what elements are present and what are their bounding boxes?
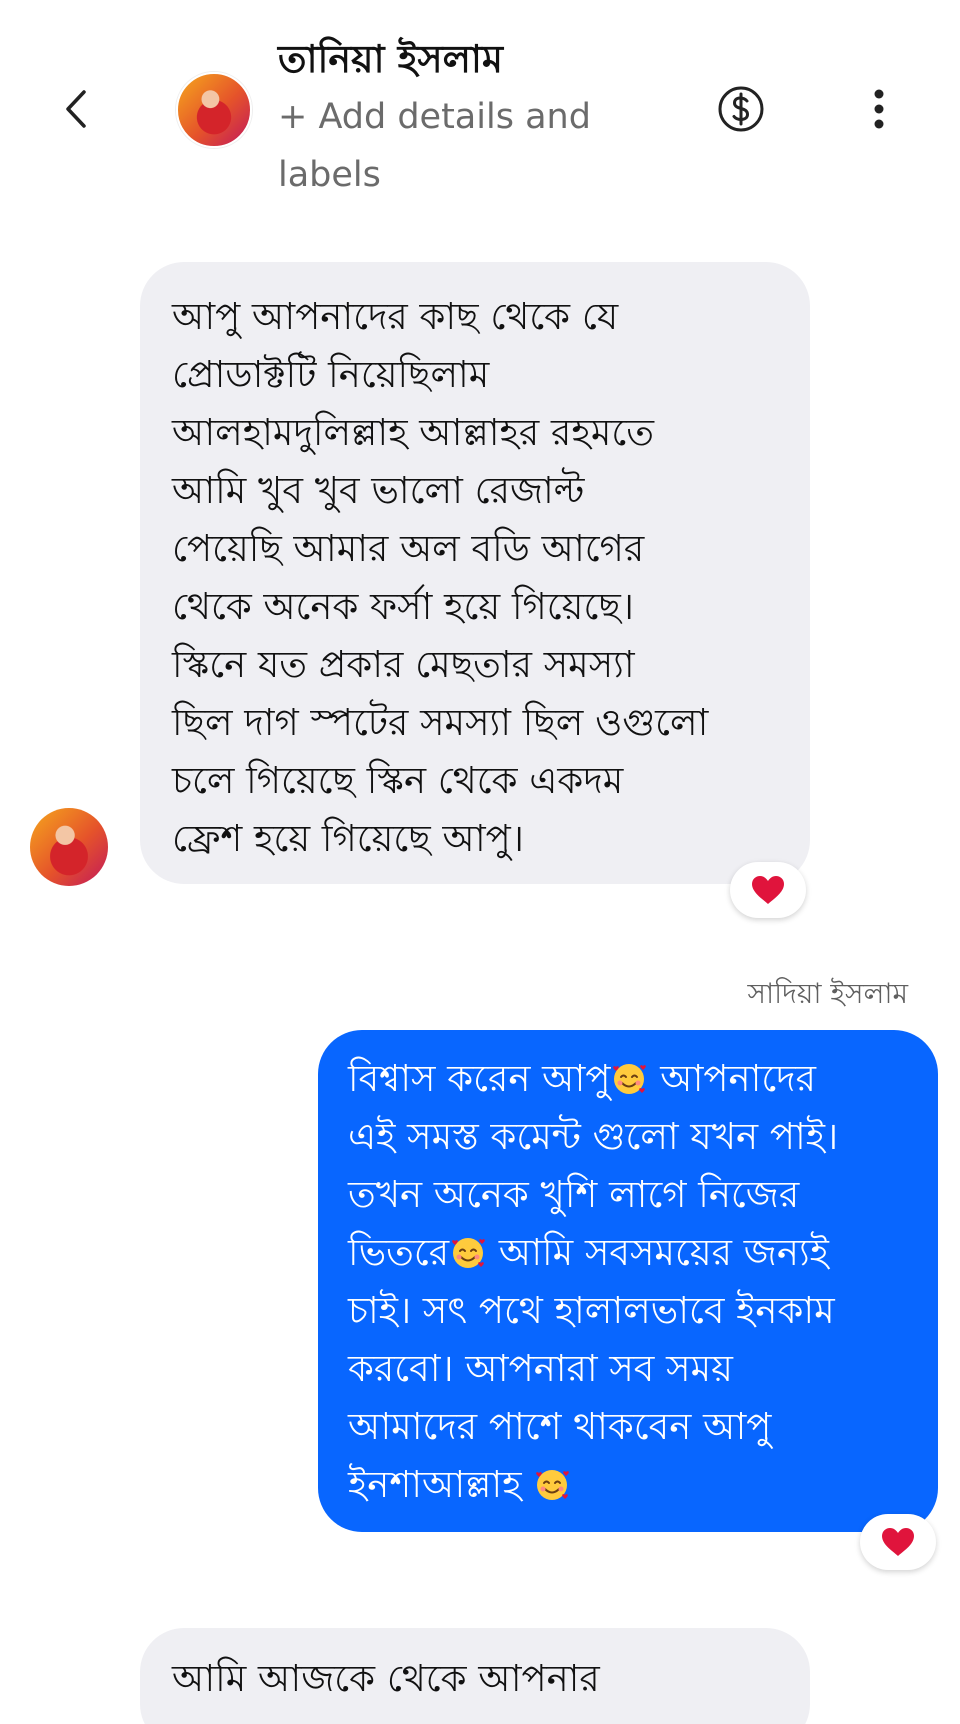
heart-icon [752, 876, 784, 904]
contact-name[interactable]: তানিয়া ইসলাম [278, 30, 503, 94]
more-vertical-icon [874, 89, 884, 129]
more-options-button[interactable] [864, 84, 894, 134]
sender-avatar[interactable] [30, 808, 108, 886]
smiling-face-with-hearts-icon [452, 1238, 485, 1268]
incoming-message-bubble[interactable]: আপু আপনাদের কাছ থেকে যে প্রোডাক্টটি নিয়… [140, 262, 810, 884]
payment-button[interactable] [716, 84, 766, 134]
message-reaction[interactable] [860, 1514, 936, 1570]
sender-name-label: সাদিয়া ইসলাম [747, 977, 908, 1010]
dollar-circle-icon [718, 86, 764, 132]
back-button[interactable] [56, 84, 96, 134]
heart-icon [882, 1528, 914, 1556]
contact-avatar[interactable] [176, 72, 252, 148]
message-text: বিশ্বাস করেন আপু [348, 1057, 611, 1100]
smiling-face-with-hearts-icon [536, 1470, 570, 1500]
chat-header: তানিয়া ইসলাম + Add details and labels [0, 0, 960, 200]
chevron-left-icon [66, 90, 86, 128]
incoming-message-bubble[interactable]: আমি আজকে থেকে আপনার [140, 1628, 810, 1724]
outgoing-message-bubble[interactable]: বিশ্বাস করেন আপু আপনাদের এই সমস্ত কমেন্ট… [318, 1030, 938, 1532]
message-reaction[interactable] [730, 862, 806, 918]
smiling-face-with-hearts-icon [613, 1064, 647, 1094]
add-details-link[interactable]: + Add details and labels [278, 88, 638, 204]
